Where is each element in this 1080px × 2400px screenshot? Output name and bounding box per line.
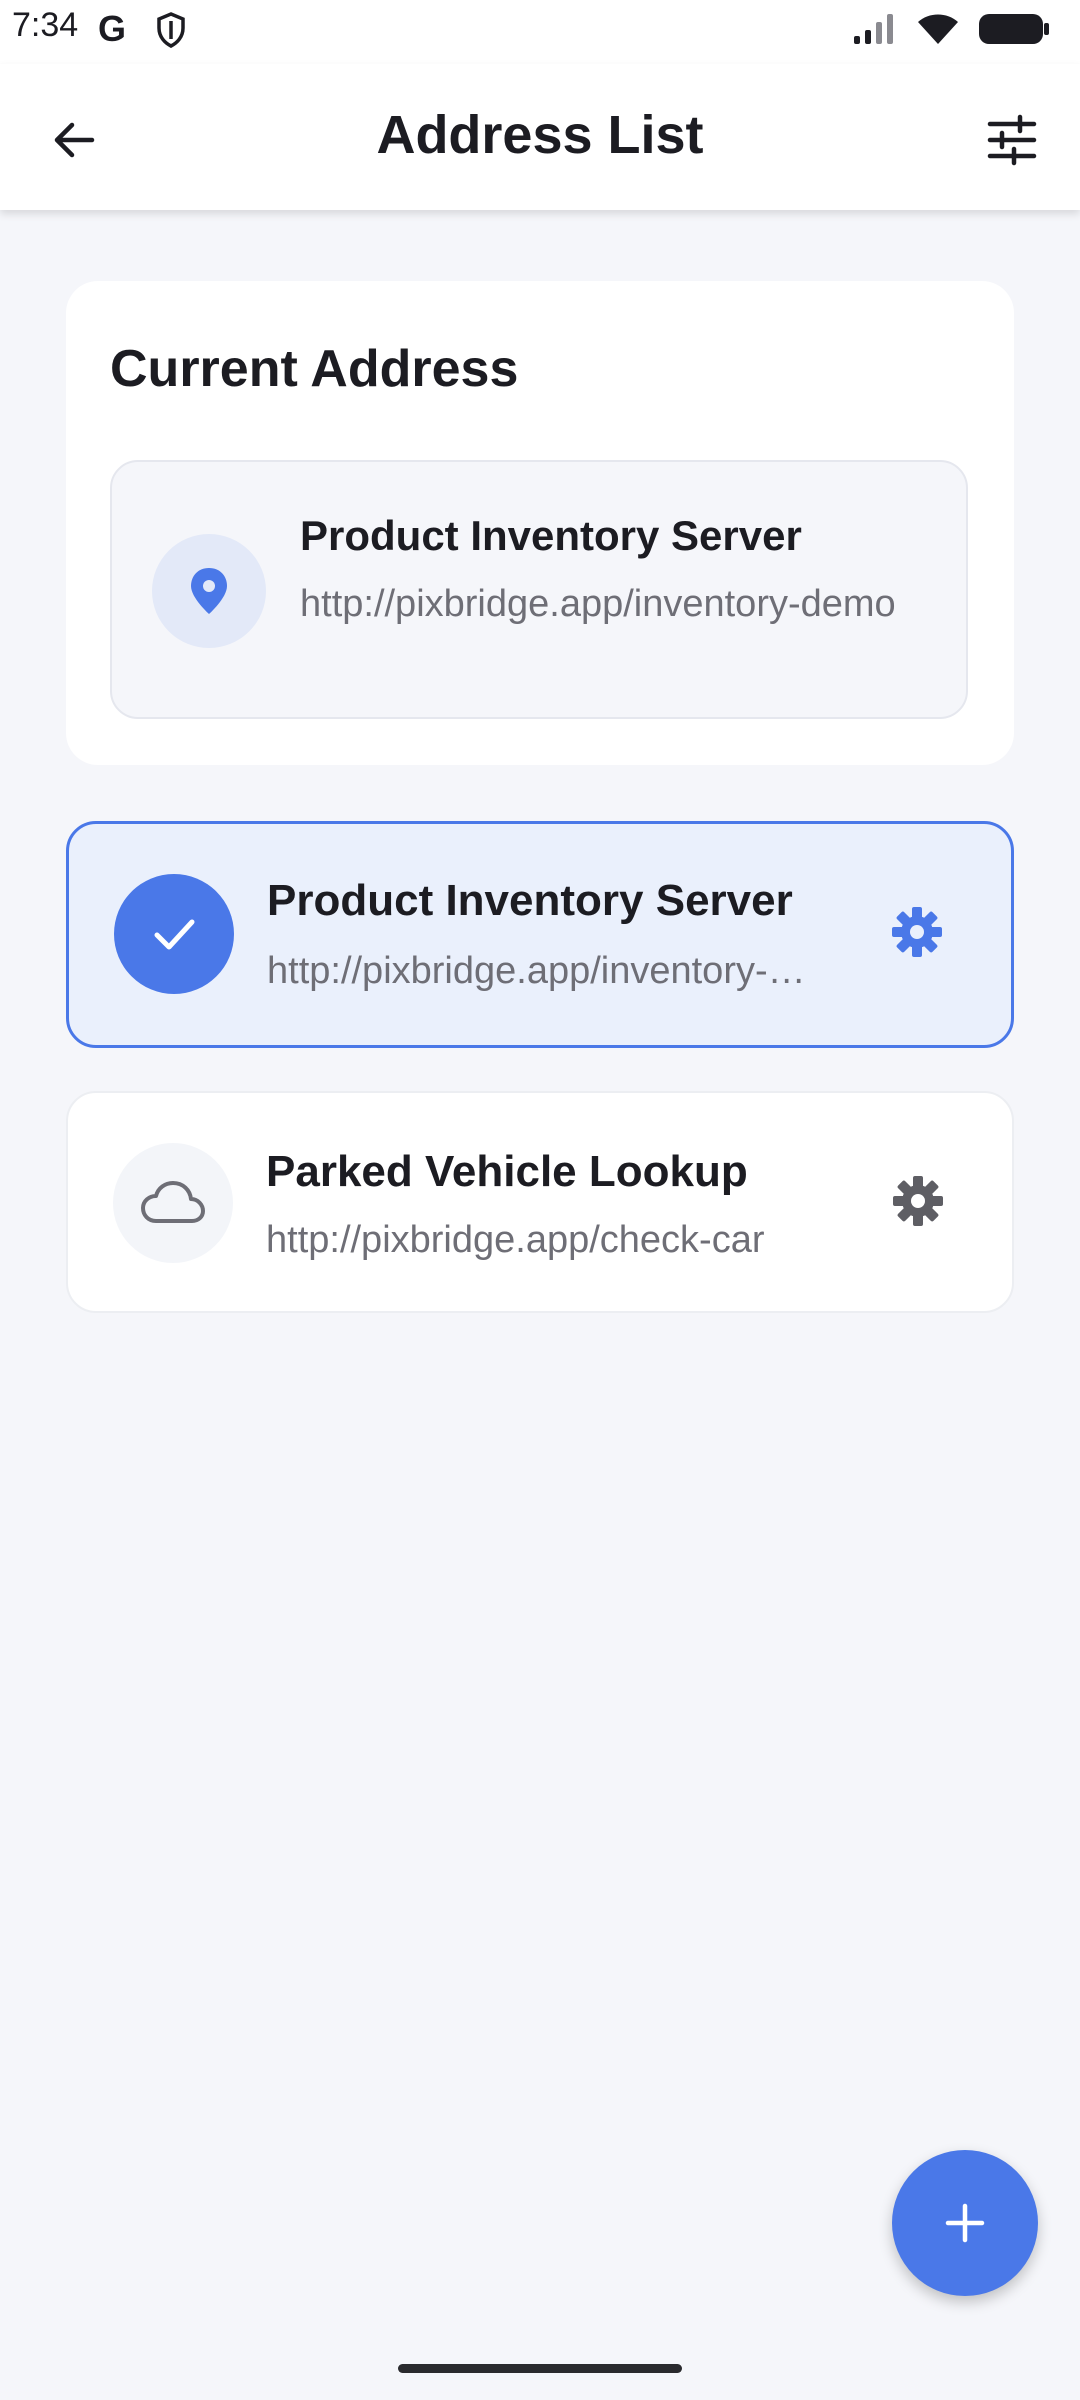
- plus-icon: [945, 2203, 985, 2243]
- current-address-box: Product Inventory Server http://pixbridg…: [110, 460, 968, 719]
- address-settings-button[interactable]: [879, 894, 955, 970]
- shield-icon: [156, 12, 186, 53]
- status-bar: 7:34 G: [0, 0, 1080, 64]
- google-icon: G: [98, 8, 127, 49]
- gear-icon: [893, 1176, 943, 1226]
- current-address-title: Current Address: [110, 340, 519, 398]
- battery-icon: [978, 12, 1050, 51]
- current-address-card: Current Address Product Inventory Server…: [66, 281, 1014, 765]
- home-indicator[interactable]: [398, 2364, 682, 2373]
- address-name: Parked Vehicle Lookup: [266, 1147, 748, 1196]
- address-url: http://pixbridge.app/inventory-demo: [267, 950, 807, 992]
- status-time: 7:34: [12, 6, 79, 44]
- address-item-selected[interactable]: Product Inventory Server http://pixbridg…: [66, 821, 1014, 1048]
- filter-button[interactable]: [978, 106, 1046, 174]
- gear-icon: [892, 907, 942, 957]
- address-url: http://pixbridge.app/check-car: [266, 1219, 765, 1261]
- status-icons: [852, 12, 1050, 51]
- address-name: Product Inventory Server: [267, 876, 793, 925]
- wifi-icon: [916, 12, 960, 51]
- page-title: Address List: [376, 105, 704, 165]
- app-bar: Address List: [0, 64, 1080, 210]
- location-pin-icon: [152, 534, 266, 648]
- signal-icon: [852, 12, 898, 51]
- address-item[interactable]: Parked Vehicle Lookup http://pixbridge.a…: [66, 1091, 1014, 1313]
- address-settings-button[interactable]: [880, 1163, 956, 1239]
- add-address-button[interactable]: [892, 2150, 1038, 2296]
- current-address-name: Product Inventory Server: [300, 512, 802, 559]
- cloud-icon: [113, 1143, 233, 1263]
- check-icon: [114, 874, 234, 994]
- current-address-url: http://pixbridge.app/inventory-demo: [300, 583, 896, 625]
- sliders-icon: [987, 114, 1037, 166]
